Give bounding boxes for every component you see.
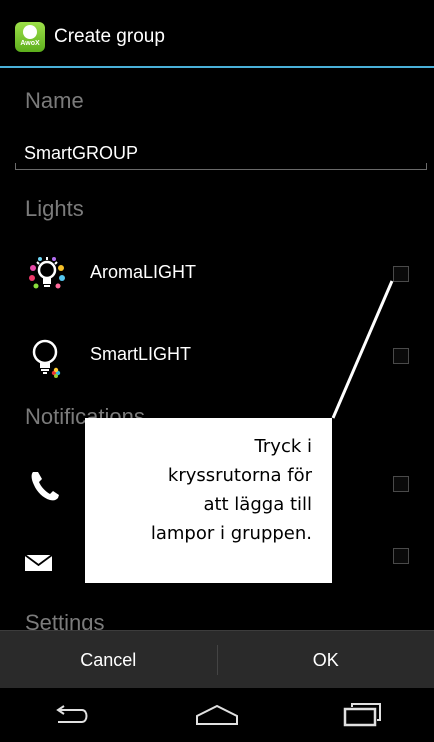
callout-line-4: lampor i gruppen. <box>150 523 312 544</box>
instruction-callout: Tryck i kryssrutorna för att lägga till … <box>85 418 332 583</box>
callout-pointer-line <box>331 280 394 419</box>
callout-line-3: att lägga till <box>203 494 312 515</box>
callout-line-1: Tryck i <box>254 436 312 457</box>
callout-line-2: kryssrutorna för <box>167 465 312 486</box>
